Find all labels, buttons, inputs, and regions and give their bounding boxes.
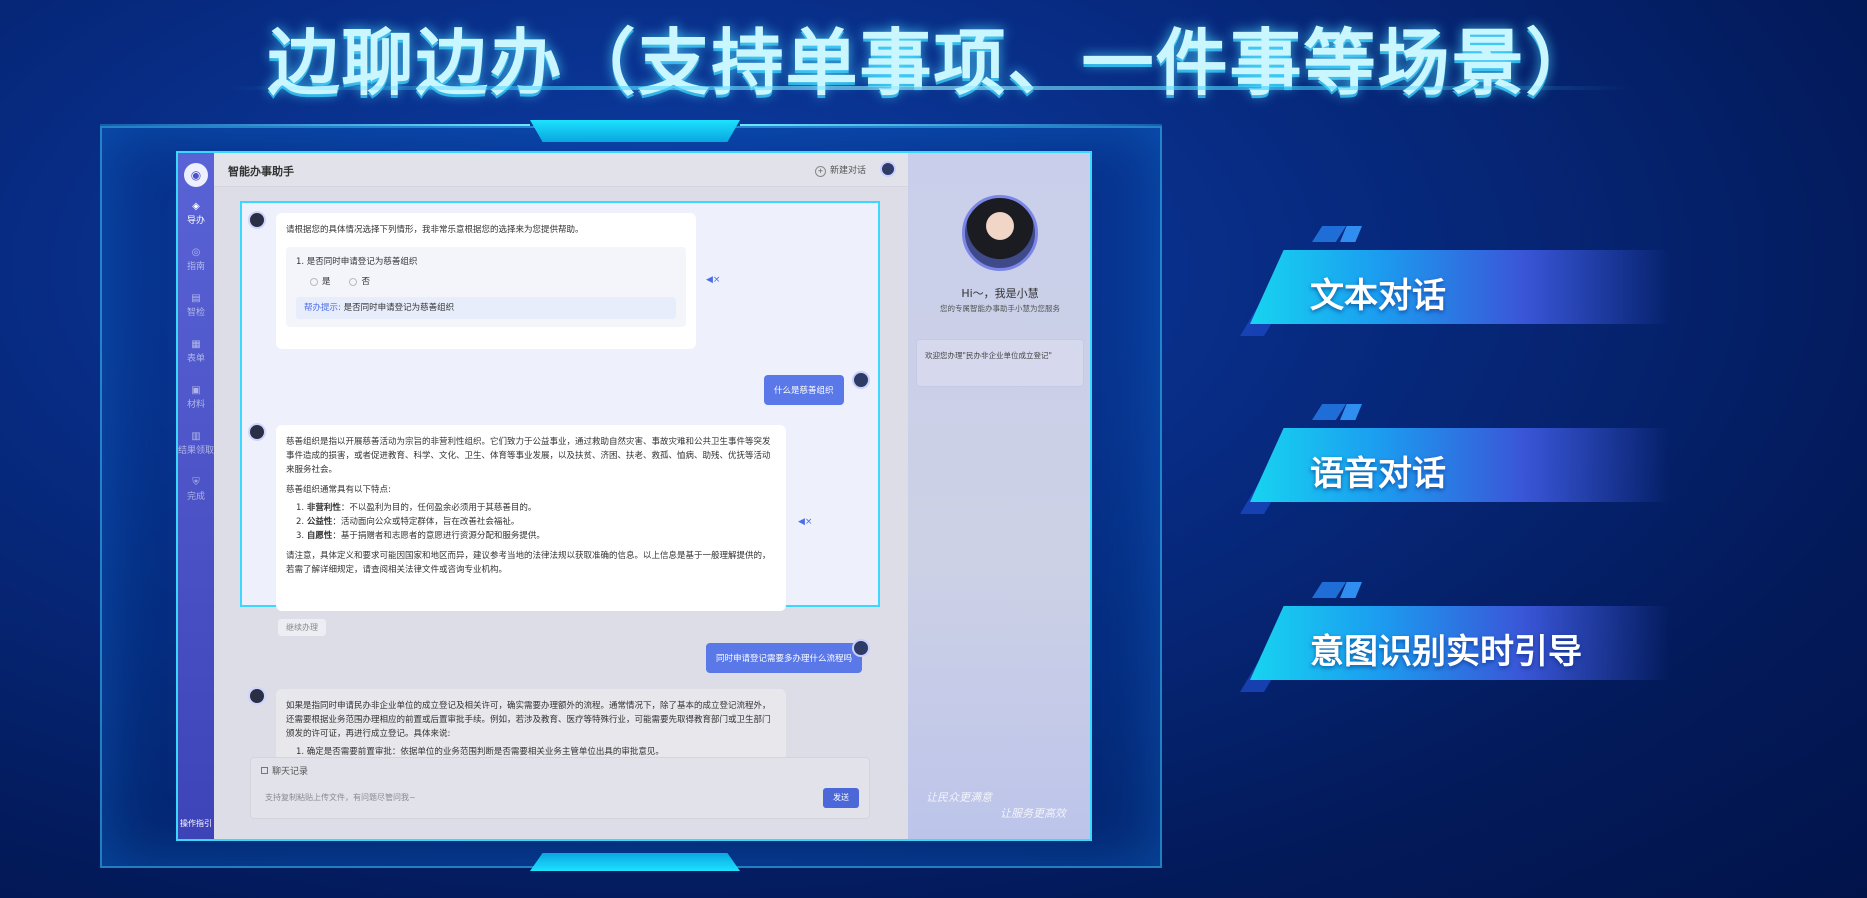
- assistant-avatar: [962, 195, 1038, 271]
- message-text: 如果是指同时申请民办非企业单位的成立登记及相关许可，确实需要办理额外的流程。通常…: [286, 701, 771, 739]
- nav-item-label: 表单: [186, 354, 205, 364]
- bot-avatar: [248, 211, 266, 229]
- nav-item-label: 完成: [186, 492, 205, 502]
- chat-input-box: 聊天记录 支持复制粘贴上传文件，有问题尽管问我~ 发送: [250, 757, 870, 819]
- speaker-icon[interactable]: ◀×: [706, 275, 720, 285]
- feature-card-text-chat: 文本对话: [1240, 226, 1670, 336]
- robot-logo-icon: ◉: [184, 163, 208, 187]
- receive-icon: ▥: [191, 431, 201, 442]
- list-item-title: 自愿性: [306, 531, 333, 541]
- nav-item-label: 结果领取: [178, 446, 215, 456]
- nav-item-label: 智检: [186, 308, 205, 318]
- user-avatar[interactable]: [880, 161, 896, 177]
- nav-rail: ◉ ◈ 导办 ◎ 指南 ▤ 智检 ▦ 表单 ▣ 材料 ▥ 结果领取 ⛨ 完成 操作指引: [178, 153, 214, 839]
- nav-item-form[interactable]: ▦ 表单: [178, 339, 214, 364]
- user-avatar: [852, 371, 870, 389]
- bot-avatar: [248, 687, 266, 705]
- assistant-subtitle: 您的专属智能办事助手小慧为您服务: [940, 304, 1060, 313]
- shield-check-icon: ⛨: [192, 477, 200, 488]
- feature-label: 文本对话: [1310, 276, 1446, 316]
- feature-label: 语音对话: [1310, 454, 1446, 494]
- frame-tab-bottom: [530, 853, 740, 871]
- message-text: 慈善组织通常具有以下特点:: [286, 485, 391, 495]
- bot-message-answer: 慈善组织是指以开展慈善活动为宗旨的非营利性组织。它们致力于公益事业，通过救助自然…: [276, 425, 786, 611]
- nav-item-label: 导办: [186, 216, 205, 226]
- speaker-icon[interactable]: ◀×: [798, 517, 812, 527]
- chat-input[interactable]: 支持复制粘贴上传文件，有问题尽管问我~: [265, 792, 416, 803]
- frame-tab-top: [530, 120, 740, 142]
- chat-area: 请根据您的具体情况选择下列情形，我非常乐意根据您的选择来为您提供帮助。 1. 是…: [214, 187, 908, 839]
- nav-item-materials[interactable]: ▣ 材料: [178, 385, 214, 410]
- assistant-app-window: ◉ ◈ 导办 ◎ 指南 ▤ 智检 ▦ 表单 ▣ 材料 ▥ 结果领取 ⛨ 完成 操作指引 智能办…: [176, 151, 1092, 841]
- tip-box: 帮办提示: 是否同时申请登记为慈善组织: [296, 297, 676, 319]
- top-bar: 智能办事助手 + 新建对话: [214, 153, 908, 187]
- slogan-right: 让服务更高效: [1000, 807, 1066, 820]
- history-checkbox-icon: [261, 767, 268, 774]
- form-icon: ▦: [191, 339, 201, 350]
- continue-button[interactable]: 继续办理: [278, 619, 326, 636]
- tip-label: 帮办提示:: [304, 303, 341, 313]
- list-item-text: ：活动面向公众或特定群体，旨在改善社会福祉。: [332, 517, 520, 527]
- plus-circle-icon: +: [814, 166, 826, 177]
- assistant-panel: Hi～，我是小慧 您的专属智能办事助手小慧为您服务 欢迎您办理"民办非企业单位成…: [908, 153, 1090, 839]
- card-decoration: [1312, 404, 1346, 420]
- new-chat-label: 新建对话: [829, 166, 866, 176]
- list-item-text: ：不以盈利为目的，任何盈余必须用于其慈善目的。: [340, 503, 537, 513]
- list-item-title: 非营利性: [306, 503, 341, 513]
- app-name: 智能办事助手: [228, 165, 294, 178]
- message-text: 慈善组织是指以开展慈善活动为宗旨的非营利性组织。它们致力于公益事业，通过救助自然…: [286, 437, 771, 475]
- nav-item-guide-book[interactable]: ◎ 指南: [178, 247, 214, 272]
- nav-item-label: 指南: [186, 262, 205, 272]
- radio-yes[interactable]: [310, 277, 318, 286]
- user-avatar: [852, 639, 870, 657]
- slogan-left: 让民众更满意: [926, 791, 992, 804]
- nav-item-receive[interactable]: ▥ 结果领取: [178, 431, 214, 456]
- question-card: 1. 是否同时申请登记为慈善组织 是 否 帮办提示: 是否同时申请登记为慈善组织: [286, 247, 686, 327]
- message-text: 请注意，具体定义和要求可能因国家和地区而异，建议参考当地的法律法规以获取准确的信…: [286, 551, 771, 575]
- layers-icon: ◈: [192, 201, 200, 212]
- bot-avatar: [248, 423, 266, 441]
- send-button[interactable]: 发送: [823, 788, 859, 808]
- new-chat-button[interactable]: + 新建对话: [814, 163, 866, 177]
- list-item-title: 公益性: [306, 517, 333, 527]
- radio-no[interactable]: [349, 277, 358, 286]
- radio-no-label: 否: [361, 277, 370, 287]
- page-title: 边聊边办（支持单事项、一件事等场景）: [267, 21, 1600, 105]
- radio-group: 是 否: [310, 275, 676, 289]
- folder-icon: ▣: [191, 385, 201, 396]
- nav-item-complete[interactable]: ⛨ 完成: [178, 477, 214, 502]
- document-icon: ▤: [191, 293, 201, 304]
- radio-yes-label: 是: [322, 277, 331, 287]
- chat-history-toggle[interactable]: 聊天记录: [261, 764, 308, 777]
- feature-label: 意图识别实时引导: [1310, 632, 1582, 672]
- welcome-card[interactable]: 欢迎您办理"民办非企业单位成立登记": [916, 339, 1084, 387]
- title-glow-line: [230, 86, 1630, 90]
- message-text: 请根据您的具体情况选择下列情形，我非常乐意根据您的选择来为您提供帮助。: [286, 225, 584, 235]
- history-label: 聊天记录: [272, 767, 309, 777]
- feature-card-intent-guide: 意图识别实时引导: [1240, 582, 1670, 692]
- tip-text: 是否同时申请登记为慈善组织: [343, 303, 455, 313]
- list-item: 2. 公益性：活动面向公众或特定群体，旨在改善社会福祉。: [296, 517, 520, 527]
- user-message: 什么是慈善组织: [764, 375, 844, 405]
- nav-item-label: 材料: [186, 400, 205, 410]
- user-message: 同时申请登记需要多办理什么流程吗: [706, 643, 863, 673]
- nav-item-guide[interactable]: ◈ 导办: [178, 201, 214, 226]
- nav-footer-guide[interactable]: 操作指引: [178, 818, 214, 829]
- list-item: 3. 自愿性：基于捐赠者和志愿者的意愿进行资源分配和服务提供。: [296, 531, 545, 541]
- question-text: 1. 是否同时申请登记为慈善组织: [296, 257, 418, 267]
- nav-item-check[interactable]: ▤ 智检: [178, 293, 214, 318]
- feature-card-voice-chat: 语音对话: [1240, 404, 1670, 514]
- bot-message-choice: 请根据您的具体情况选择下列情形，我非常乐意根据您的选择来为您提供帮助。 1. 是…: [276, 213, 696, 349]
- list-item-text: ：基于捐赠者和志愿者的意愿进行资源分配和服务提供。: [332, 531, 545, 541]
- feature-list: 1. 非营利性：不以盈利为目的，任何盈余必须用于其慈善目的。 2. 公益性：活动…: [286, 501, 776, 543]
- assistant-greeting: Hi～，我是小慧: [961, 287, 1039, 300]
- list-item: 1. 非营利性：不以盈利为目的，任何盈余必须用于其慈善目的。: [296, 503, 537, 513]
- card-decoration: [1312, 226, 1346, 242]
- card-decoration: [1312, 582, 1346, 598]
- compass-icon: ◎: [191, 247, 201, 258]
